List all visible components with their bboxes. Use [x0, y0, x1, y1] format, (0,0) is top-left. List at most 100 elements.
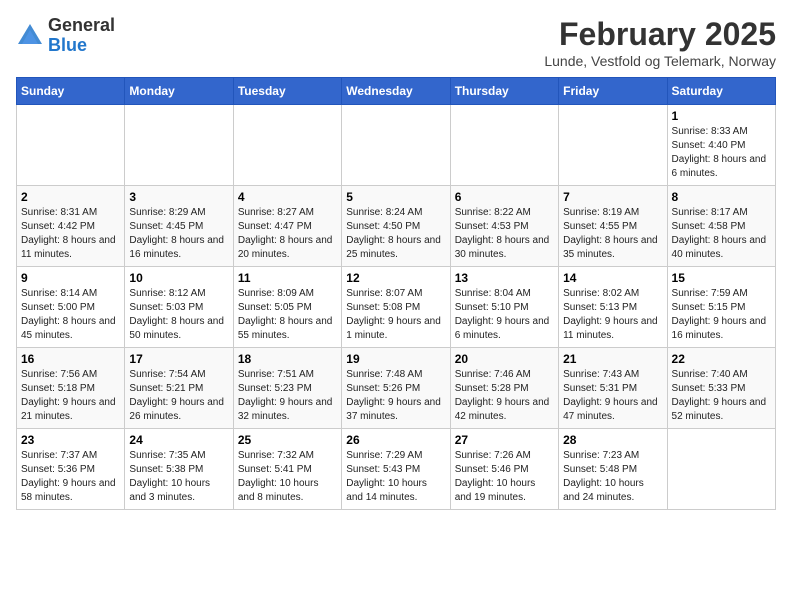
day-number: 18 [238, 352, 337, 366]
day-number: 19 [346, 352, 445, 366]
calendar-cell: 17 Sunrise: 7:54 AM Sunset: 5:21 PM Dayli… [125, 348, 233, 429]
day-number: 2 [21, 190, 120, 204]
calendar-cell: 16 Sunrise: 7:56 AM Sunset: 5:18 PM Dayli… [17, 348, 125, 429]
calendar-cell: 9 Sunrise: 8:14 AM Sunset: 5:00 PM Daylig… [17, 267, 125, 348]
day-number: 7 [563, 190, 662, 204]
calendar-cell: 22 Sunrise: 7:40 AM Sunset: 5:33 PM Dayli… [667, 348, 775, 429]
day-number: 20 [455, 352, 554, 366]
day-info: Sunrise: 8:17 AM Sunset: 4:58 PM Dayligh… [672, 206, 771, 262]
day-number: 8 [672, 190, 771, 204]
day-number: 17 [129, 352, 228, 366]
day-info: Sunrise: 7:59 AM Sunset: 5:15 PM Dayligh… [672, 287, 771, 343]
calendar-cell: 21 Sunrise: 7:43 AM Sunset: 5:31 PM Dayli… [559, 348, 667, 429]
calendar-cell [233, 105, 341, 186]
calendar-cell: 23Sunrise: 7:37 AM Sunset: 5:36 PM Dayli… [17, 429, 125, 510]
day-number: 12 [346, 271, 445, 285]
calendar-cell: 24 Sunrise: 7:35 AM Sunset: 5:38 PM Dayli… [125, 429, 233, 510]
day-number: 15 [672, 271, 771, 285]
day-info: Sunrise: 7:46 AM Sunset: 5:28 PM Dayligh… [455, 368, 554, 424]
calendar-cell [125, 105, 233, 186]
column-header-monday: Monday [125, 78, 233, 105]
logo-general-text: General [48, 15, 115, 35]
location-text: Lunde, Vestfold og Telemark, Norway [544, 53, 776, 69]
column-header-sunday: Sunday [17, 78, 125, 105]
calendar-cell: 10Sunrise: 8:12 AM Sunset: 5:03 PM Dayli… [125, 267, 233, 348]
calendar-cell [450, 105, 558, 186]
day-info: Sunrise: 8:27 AM Sunset: 4:47 PM Dayligh… [238, 206, 337, 262]
column-header-saturday: Saturday [667, 78, 775, 105]
day-info: Sunrise: 8:14 AM Sunset: 5:00 PM Dayligh… [21, 287, 120, 343]
day-number: 24 [129, 433, 228, 447]
day-info: Sunrise: 8:22 AM Sunset: 4:53 PM Dayligh… [455, 206, 554, 262]
day-info: Sunrise: 8:09 AM Sunset: 5:05 PM Dayligh… [238, 287, 337, 343]
day-number: 5 [346, 190, 445, 204]
day-info: Sunrise: 7:51 AM Sunset: 5:23 PM Dayligh… [238, 368, 337, 424]
calendar-cell: 13Sunrise: 8:04 AM Sunset: 5:10 PM Dayli… [450, 267, 558, 348]
day-number: 28 [563, 433, 662, 447]
calendar-week-row: 23Sunrise: 7:37 AM Sunset: 5:36 PM Dayli… [17, 429, 776, 510]
day-number: 21 [563, 352, 662, 366]
calendar-cell [342, 105, 450, 186]
calendar-cell: 11 Sunrise: 8:09 AM Sunset: 5:05 PM Dayli… [233, 267, 341, 348]
calendar-table: SundayMondayTuesdayWednesdayThursdayFrid… [16, 77, 776, 510]
day-info: Sunrise: 8:07 AM Sunset: 5:08 PM Dayligh… [346, 287, 445, 343]
day-info: Sunrise: 7:40 AM Sunset: 5:33 PM Dayligh… [672, 368, 771, 424]
day-info: Sunrise: 7:29 AM Sunset: 5:43 PM Dayligh… [346, 449, 445, 505]
calendar-cell: 27 Sunrise: 7:26 AM Sunset: 5:46 PM Dayli… [450, 429, 558, 510]
day-info: Sunrise: 7:35 AM Sunset: 5:38 PM Dayligh… [129, 449, 228, 505]
day-info: Sunrise: 8:29 AM Sunset: 4:45 PM Dayligh… [129, 206, 228, 262]
day-number: 10 [129, 271, 228, 285]
calendar-cell: 15 Sunrise: 7:59 AM Sunset: 5:15 PM Dayli… [667, 267, 775, 348]
day-info: Sunrise: 7:48 AM Sunset: 5:26 PM Dayligh… [346, 368, 445, 424]
calendar-cell: 12 Sunrise: 8:07 AM Sunset: 5:08 PM Dayli… [342, 267, 450, 348]
day-info: Sunrise: 7:32 AM Sunset: 5:41 PM Dayligh… [238, 449, 337, 505]
column-header-friday: Friday [559, 78, 667, 105]
day-number: 3 [129, 190, 228, 204]
day-number: 26 [346, 433, 445, 447]
day-number: 25 [238, 433, 337, 447]
day-info: Sunrise: 7:26 AM Sunset: 5:46 PM Dayligh… [455, 449, 554, 505]
calendar-cell: 5 Sunrise: 8:24 AM Sunset: 4:50 PM Daylig… [342, 186, 450, 267]
calendar-cell: 26 Sunrise: 7:29 AM Sunset: 5:43 PM Dayli… [342, 429, 450, 510]
calendar-cell: 6 Sunrise: 8:22 AM Sunset: 4:53 PM Daylig… [450, 186, 558, 267]
calendar-cell: 2Sunrise: 8:31 AM Sunset: 4:42 PM Daylig… [17, 186, 125, 267]
logo: General Blue [16, 16, 115, 56]
calendar-cell: 8 Sunrise: 8:17 AM Sunset: 4:58 PM Daylig… [667, 186, 775, 267]
day-number: 14 [563, 271, 662, 285]
calendar-cell: 14 Sunrise: 8:02 AM Sunset: 5:13 PM Dayli… [559, 267, 667, 348]
day-number: 11 [238, 271, 337, 285]
day-number: 16 [21, 352, 120, 366]
day-number: 13 [455, 271, 554, 285]
calendar-cell: 20 Sunrise: 7:46 AM Sunset: 5:28 PM Dayli… [450, 348, 558, 429]
day-info: Sunrise: 7:37 AM Sunset: 5:36 PM Dayligh… [21, 449, 120, 505]
day-number: 9 [21, 271, 120, 285]
column-header-wednesday: Wednesday [342, 78, 450, 105]
calendar-cell [667, 429, 775, 510]
title-block: February 2025 Lunde, Vestfold og Telemar… [544, 16, 776, 69]
day-number: 1 [672, 109, 771, 123]
day-number: 22 [672, 352, 771, 366]
day-number: 6 [455, 190, 554, 204]
column-header-thursday: Thursday [450, 78, 558, 105]
calendar-cell: 19 Sunrise: 7:48 AM Sunset: 5:26 PM Dayli… [342, 348, 450, 429]
calendar-cell: 28 Sunrise: 7:23 AM Sunset: 5:48 PM Dayli… [559, 429, 667, 510]
logo-blue-text: Blue [48, 35, 87, 55]
calendar-cell: 4 Sunrise: 8:27 AM Sunset: 4:47 PM Daylig… [233, 186, 341, 267]
day-number: 4 [238, 190, 337, 204]
day-info: Sunrise: 7:23 AM Sunset: 5:48 PM Dayligh… [563, 449, 662, 505]
calendar-cell [17, 105, 125, 186]
day-info: Sunrise: 8:33 AM Sunset: 4:40 PM Dayligh… [672, 125, 771, 181]
logo-icon [16, 22, 44, 50]
page-header: General Blue February 2025 Lunde, Vestfo… [16, 16, 776, 69]
day-info: Sunrise: 7:56 AM Sunset: 5:18 PM Dayligh… [21, 368, 120, 424]
day-info: Sunrise: 8:24 AM Sunset: 4:50 PM Dayligh… [346, 206, 445, 262]
calendar-cell [559, 105, 667, 186]
calendar-week-row: 16 Sunrise: 7:56 AM Sunset: 5:18 PM Dayli… [17, 348, 776, 429]
day-info: Sunrise: 8:02 AM Sunset: 5:13 PM Dayligh… [563, 287, 662, 343]
day-info: Sunrise: 7:54 AM Sunset: 5:21 PM Dayligh… [129, 368, 228, 424]
calendar-header-row: SundayMondayTuesdayWednesdayThursdayFrid… [17, 78, 776, 105]
day-info: Sunrise: 7:43 AM Sunset: 5:31 PM Dayligh… [563, 368, 662, 424]
column-header-tuesday: Tuesday [233, 78, 341, 105]
calendar-cell: 7Sunrise: 8:19 AM Sunset: 4:55 PM Daylig… [559, 186, 667, 267]
day-number: 27 [455, 433, 554, 447]
